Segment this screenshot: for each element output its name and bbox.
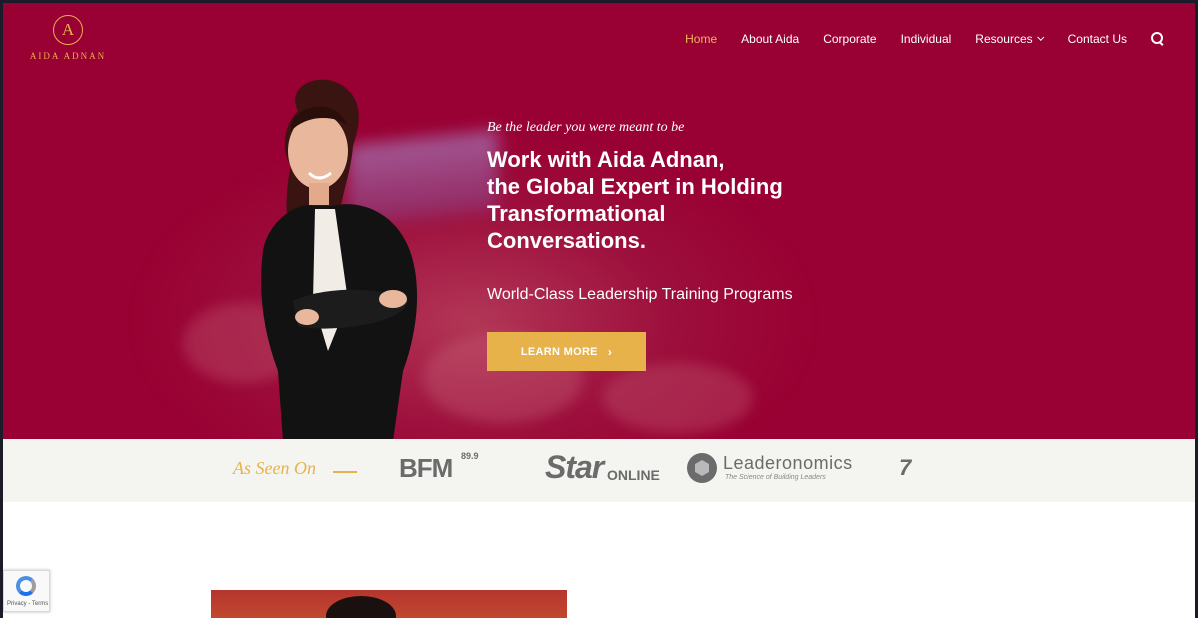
headline-line: Work with Aida Adnan,	[487, 147, 725, 172]
learn-more-label: LEARN MORE	[520, 345, 598, 358]
headline-line: Conversations.	[487, 228, 646, 253]
divider	[333, 471, 357, 473]
logo-monogram: A	[53, 15, 83, 45]
as-seen-on-strip: As Seen On BFM 89.9 Star ONLINE Leaderon…	[3, 439, 1195, 502]
main-nav: Home About Aida Corporate Individual Res…	[661, 32, 1165, 46]
recaptcha-icon	[16, 576, 36, 596]
page: A AIDA ADNAN Home About Aida Corporate I…	[3, 3, 1195, 618]
crowd-blob	[603, 363, 753, 433]
as-seen-on-label: As Seen On	[233, 458, 316, 478]
nav-individual[interactable]: Individual	[901, 32, 952, 46]
leaderonomics-icon	[687, 453, 717, 483]
nav-home[interactable]: Home	[685, 32, 717, 46]
recaptcha-footer[interactable]: Privacy - Terms	[7, 601, 48, 607]
nav-contact-us[interactable]: Contact Us	[1068, 32, 1127, 46]
the-star-logo: Star	[545, 449, 604, 485]
nav-resources[interactable]: Resources	[975, 32, 1044, 46]
hero-subheading: World-Class Leadership Training Programs	[487, 286, 793, 303]
the-star-online-text: ONLINE	[607, 467, 660, 483]
leaderonomics-tagline: The Science of Building Leaders	[725, 474, 826, 481]
headline-line: the Global Expert in Holding	[487, 174, 783, 199]
headline-line: Transformational	[487, 201, 666, 226]
about-photo	[211, 590, 567, 618]
learn-more-button[interactable]: LEARN MORE ›	[487, 332, 646, 371]
hero-headline: Work with Aida Adnan, the Global Expert …	[487, 146, 847, 254]
hero-tagline: Be the leader you were meant to be	[487, 120, 685, 135]
hero-section: A AIDA ADNAN Home About Aida Corporate I…	[3, 3, 1195, 439]
leaderonomics-logo: Leaderonomics	[723, 453, 853, 473]
search-icon[interactable]	[1151, 32, 1165, 46]
nav-corporate[interactable]: Corporate	[823, 32, 876, 46]
nav-about-aida[interactable]: About Aida	[741, 32, 799, 46]
site-logo[interactable]: A AIDA ADNAN	[23, 15, 113, 70]
chevron-right-icon: ›	[607, 344, 613, 359]
recaptcha-badge[interactable]: Privacy - Terms	[3, 570, 50, 612]
bfm-logo: BFM	[399, 453, 453, 483]
bfm-frequency: 89.9	[461, 451, 479, 461]
chevron-down-icon	[1036, 33, 1044, 41]
media-logo-icon: 7	[899, 455, 912, 480]
nav-resources-label: Resources	[975, 32, 1033, 46]
logo-wordmark: AIDA ADNAN	[29, 51, 107, 61]
speaker-portrait	[261, 79, 418, 439]
